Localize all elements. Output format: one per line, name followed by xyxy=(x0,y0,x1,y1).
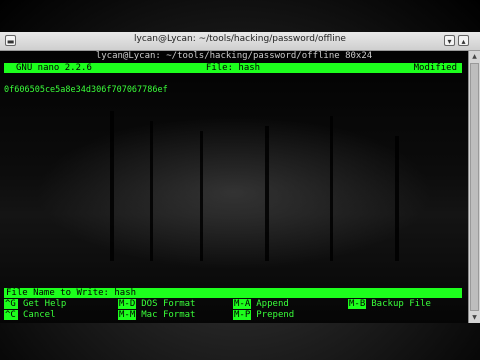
maximize-icon[interactable]: ▴ xyxy=(458,35,469,46)
filename-prompt[interactable]: File Name to Write: hash xyxy=(4,288,462,298)
shortcut-label: Append xyxy=(256,299,289,309)
scroll-thumb[interactable] xyxy=(470,63,479,311)
shortcut-label: Get Help xyxy=(23,299,67,309)
shortcut-label: Cancel xyxy=(23,310,56,320)
editor-text-line[interactable]: 0f606505ce5a8e34d306f707067786ef xyxy=(4,85,168,95)
shortcut-mac-format[interactable]: M-M Mac Format xyxy=(118,310,195,320)
shortcut-key: M-D xyxy=(118,299,137,309)
shortcut-key: ^G xyxy=(4,299,18,309)
shortcut-label: Prepend xyxy=(256,310,295,320)
minimize-icon[interactable]: ▾ xyxy=(444,35,455,46)
shortcut-label: DOS Format xyxy=(141,299,196,309)
filename-prompt-text[interactable]: File Name to Write: hash xyxy=(6,288,136,298)
background-tree xyxy=(265,126,269,261)
background-tree xyxy=(200,131,203,261)
scroll-up-arrow-icon[interactable]: ▲ xyxy=(470,52,479,61)
background-tree xyxy=(395,136,399,261)
background-tree xyxy=(110,111,114,261)
shortcut-key: M-M xyxy=(118,310,137,320)
shortcut-get-help[interactable]: ^G Get Help xyxy=(4,299,66,309)
terminal-scrollbar[interactable]: ▲ ▼ xyxy=(468,51,480,323)
shortcut-label: Backup File xyxy=(371,299,431,309)
terminal-area[interactable]: lycan@Lycan: ~/tools/hacking/password/of… xyxy=(0,51,468,323)
shortcut-backup-file[interactable]: M-B Backup File xyxy=(348,299,431,309)
shortcut-key: ^C xyxy=(4,310,18,320)
shortcut-cancel[interactable]: ^C Cancel xyxy=(4,310,56,320)
shortcut-label: Mac Format xyxy=(141,310,196,320)
nano-modified-status: Modified xyxy=(413,63,457,73)
scroll-down-arrow-icon[interactable]: ▼ xyxy=(470,313,479,322)
nano-file-name: File: hash xyxy=(205,63,261,73)
window-titlebar[interactable]: ▬ lycan@Lycan: ~/tools/hacking/password/… xyxy=(0,32,480,51)
shortcut-append[interactable]: M-A Append xyxy=(233,299,289,309)
shortcut-dos-format[interactable]: M-D DOS Format xyxy=(118,299,195,309)
shortcut-key: M-B xyxy=(348,299,367,309)
window-title: lycan@Lycan: ~/tools/hacking/password/of… xyxy=(134,34,346,44)
background-tree xyxy=(330,116,333,261)
shortcut-prepend[interactable]: M-P Prepend xyxy=(233,310,294,320)
background-tree xyxy=(150,121,153,261)
shortcut-key: M-A xyxy=(233,299,252,309)
shortcut-key: M-P xyxy=(233,310,252,320)
nano-title-bar: GNU nano 2.2.6 File: hash Modified xyxy=(4,63,462,73)
terminal-header: lycan@Lycan: ~/tools/hacking/password/of… xyxy=(95,51,373,61)
screen: ▬ lycan@Lycan: ~/tools/hacking/password/… xyxy=(0,0,480,360)
